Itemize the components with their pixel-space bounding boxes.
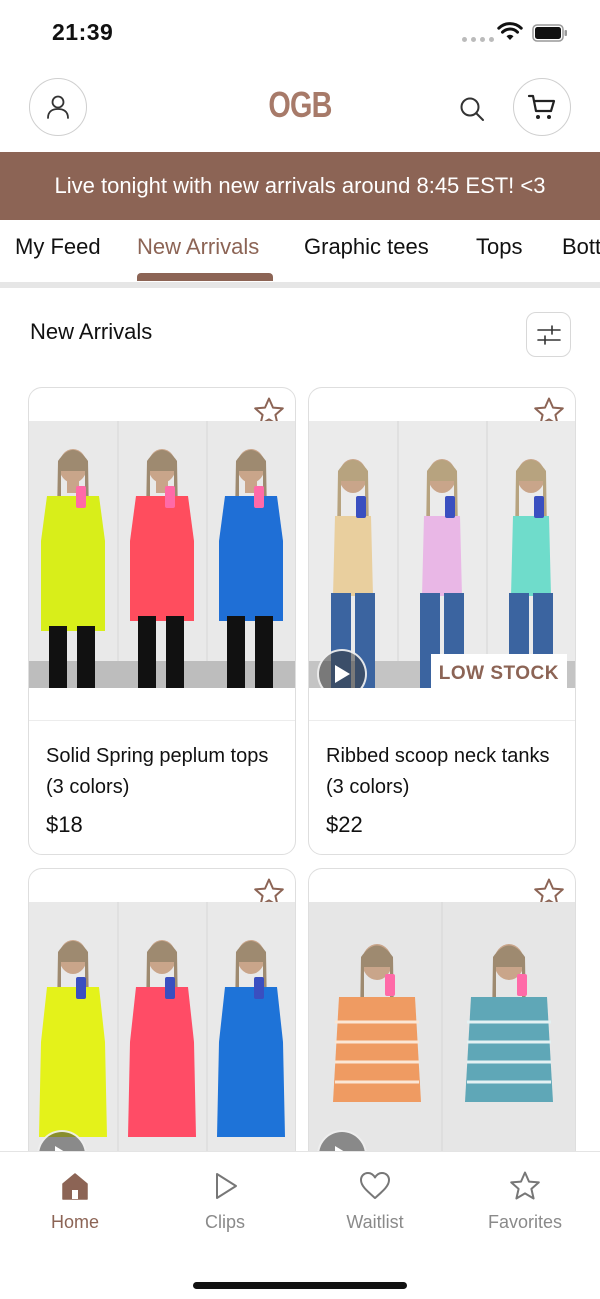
section-title: New Arrivals [30,319,153,344]
product-card[interactable]: Solid Spring peplum tops (3 colors) $18 [28,387,296,855]
product-image[interactable] [29,421,295,688]
nav-favorites-label: Favorites [487,1212,563,1232]
filter-button[interactable] [526,312,571,357]
heart-icon [360,1172,390,1199]
product-photo [309,421,575,688]
nav-favorites[interactable]: Favorites [450,1152,600,1252]
active-tab-indicator [137,273,273,281]
product-title[interactable]: Ribbed scoop neck tanks (3 colors) [326,741,566,803]
status-time: 21:39 [52,19,114,45]
sliders-icon [536,324,561,345]
product-card[interactable]: LOW STOCK Ribbed scoop neck tanks (3 col… [308,387,576,855]
app-header: OGB [0,66,600,152]
announcement-banner[interactable]: Live tonight with new arrivals around 8:… [0,152,600,220]
home-indicator[interactable] [193,1282,407,1289]
user-icon [47,95,69,119]
play-icon [216,1173,237,1199]
cart-icon [527,94,556,119]
tab-graphic-tees[interactable]: Graphic tees [304,234,429,260]
tab-tops[interactable]: Tops [476,234,522,260]
product-price: $22 [326,812,363,837]
nav-clips[interactable]: Clips [150,1152,300,1252]
product-price: $18 [46,812,83,837]
tab-bottoms[interactable]: Bottoms [562,234,600,260]
status-bar: 21:39 [0,0,600,66]
product-image[interactable] [29,902,295,1167]
card-divider [29,720,295,721]
cart-button[interactable] [513,78,571,136]
nav-waitlist-label: Waitlist [346,1212,404,1232]
product-photo [29,421,295,688]
tab-new-arrivals[interactable]: New Arrivals [137,234,259,260]
product-title[interactable]: Solid Spring peplum tops (3 colors) [46,741,286,803]
product-image[interactable]: LOW STOCK [309,421,575,688]
nav-clips-label: Clips [204,1212,245,1232]
star-icon [510,1171,540,1200]
product-card[interactable] [28,868,296,1168]
tab-my-feed[interactable]: My Feed [15,234,101,260]
wifi-icon [497,22,523,40]
low-stock-badge: LOW STOCK [430,654,567,688]
banner-text: Live tonight with new arrivals around 8:… [54,173,546,198]
home-icon [62,1173,88,1200]
search-button[interactable] [457,94,487,124]
nav-waitlist[interactable]: Waitlist [300,1152,450,1252]
product-photo [309,902,575,1167]
signal-icon [462,37,494,42]
tabs-divider [0,282,600,288]
bottom-navigation: Home Clips Waitlist Favorites [0,1151,600,1299]
search-icon [460,97,484,121]
product-image[interactable] [309,902,575,1167]
battery-icon [532,24,567,42]
account-button[interactable] [29,78,87,136]
category-tabs: My Feed New Arrivals Graphic tees Tops B… [0,220,600,282]
nav-home-label: Home [50,1212,99,1232]
product-card[interactable] [308,868,576,1168]
card-divider [309,720,575,721]
brand-logo[interactable]: OGB [260,84,340,126]
play-icon [335,665,350,683]
product-photo [29,902,295,1167]
nav-home[interactable]: Home [0,1152,150,1252]
